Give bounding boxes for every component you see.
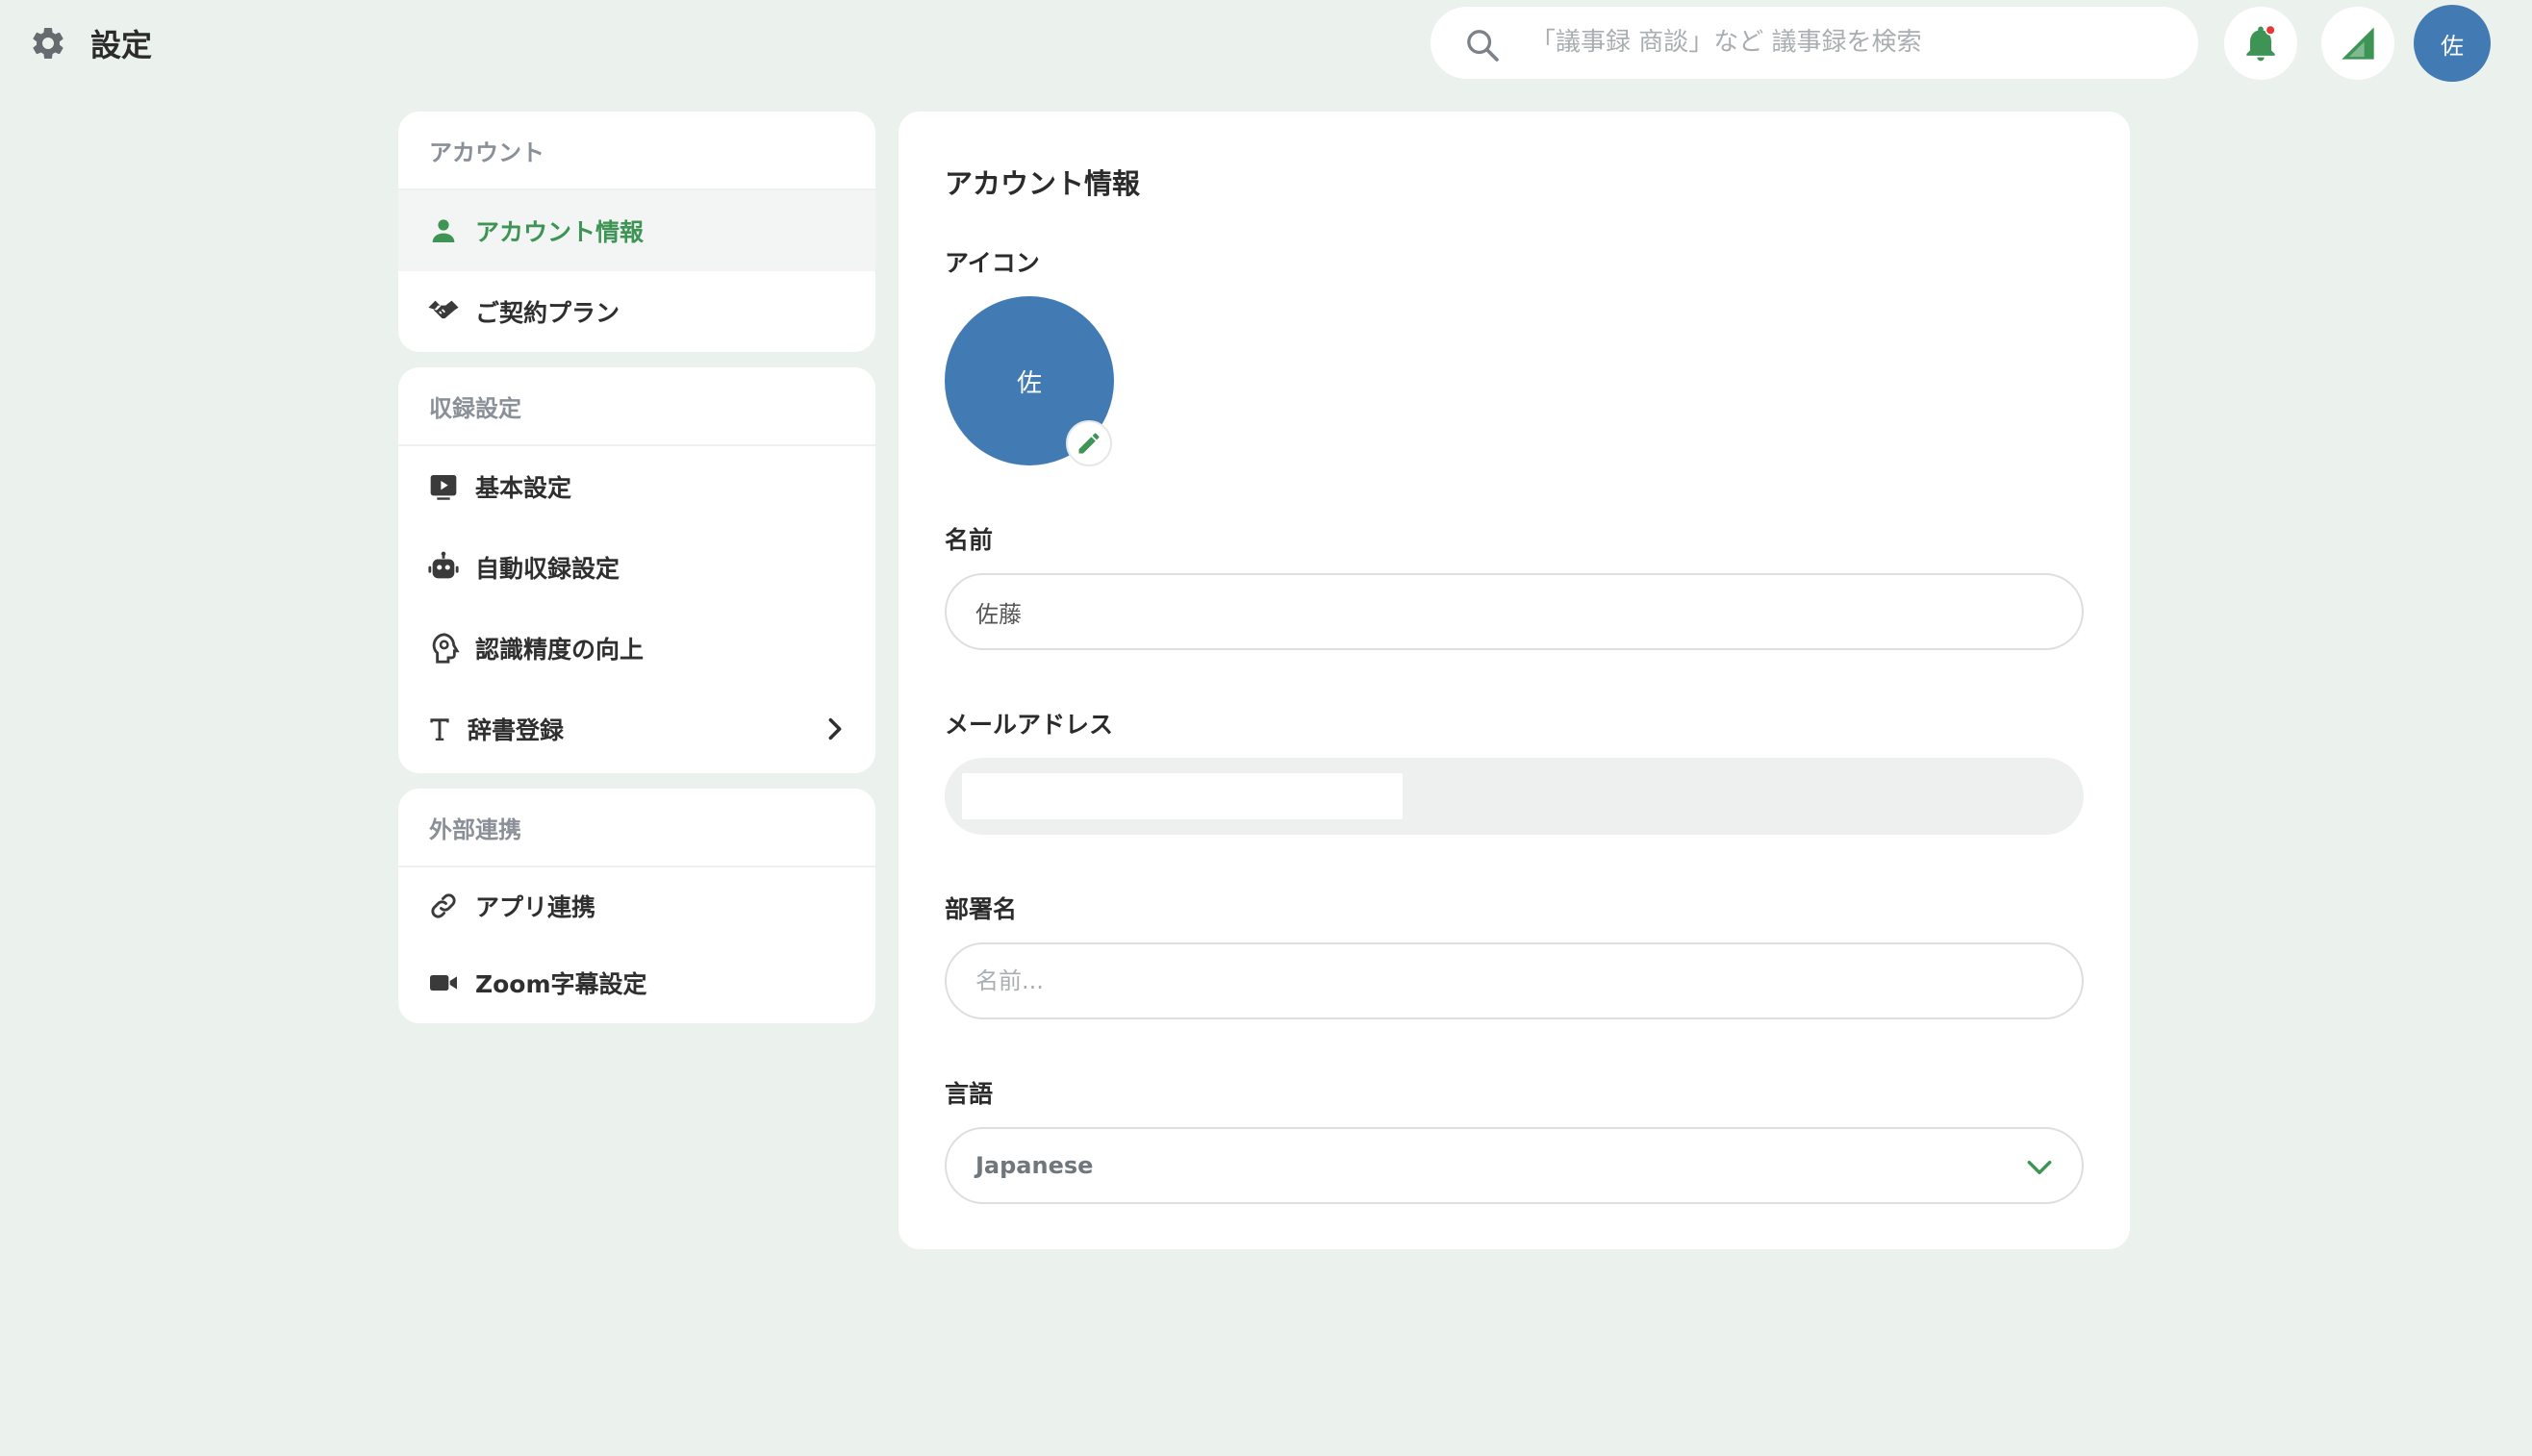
sidebar-item-zoom-caption[interactable]: Zoom字幕設定 bbox=[398, 944, 875, 1021]
email-value-redacted bbox=[962, 773, 1403, 819]
icon-label: アイコン bbox=[945, 249, 1040, 277]
top-bar: 設定 佐 bbox=[0, 0, 2532, 87]
video-camera-icon bbox=[427, 966, 460, 999]
sidebar-item-label: アプリ連携 bbox=[475, 893, 596, 921]
sidebar-section-account: アカウント アカウント情報 ご契約プラン bbox=[398, 112, 875, 352]
sidebar-item-account-info[interactable]: アカウント情報 bbox=[398, 190, 875, 271]
search-input[interactable] bbox=[1531, 20, 2165, 64]
language-selected-value: Japanese bbox=[975, 1152, 1094, 1179]
bell-icon bbox=[2246, 24, 2276, 62]
sidebar-item-recognition-accuracy[interactable]: 認識精度の向上 bbox=[398, 608, 875, 689]
sidebar-item-dictionary[interactable]: 辞書登録 bbox=[398, 689, 875, 769]
sidebar-section-title: アカウント bbox=[398, 112, 875, 190]
sidebar-section-recording: 収録設定 基本設定 自動収録設定 認識精度の向上 辞書登録 bbox=[398, 367, 875, 773]
sidebar-item-label: 自動収録設定 bbox=[475, 555, 620, 583]
notification-button[interactable] bbox=[2224, 7, 2297, 80]
gear-icon bbox=[33, 27, 63, 59]
sidebar-item-app-integration[interactable]: アプリ連携 bbox=[398, 867, 875, 944]
edit-avatar-button[interactable] bbox=[1066, 420, 1112, 466]
sidebar-section-integrations: 外部連携 アプリ連携 Zoom字幕設定 bbox=[398, 789, 875, 1023]
language-select[interactable]: Japanese bbox=[945, 1127, 2084, 1204]
sidebar-item-label: Zoom字幕設定 bbox=[475, 970, 647, 998]
sidebar-item-label: 基本設定 bbox=[475, 474, 572, 502]
user-avatar-button[interactable]: 佐 bbox=[2414, 5, 2491, 82]
sidebar-item-label: 辞書登録 bbox=[468, 716, 565, 744]
sidebar-item-label: アカウント情報 bbox=[475, 218, 645, 246]
page-title: 設定 bbox=[90, 27, 153, 63]
avatar-initial: 佐 bbox=[2441, 32, 2464, 60]
text-icon bbox=[427, 713, 452, 745]
sidebar-section-title: 外部連携 bbox=[398, 789, 875, 867]
department-label: 部署名 bbox=[945, 895, 1018, 923]
sidebar-item-auto-recording[interactable]: 自動収録設定 bbox=[398, 527, 875, 608]
department-field[interactable] bbox=[945, 942, 2084, 1019]
chevron-right-icon bbox=[828, 717, 842, 741]
search-bar[interactable] bbox=[1431, 7, 2198, 79]
link-icon bbox=[427, 890, 460, 922]
signal-strength-icon bbox=[2342, 27, 2374, 60]
robot-icon bbox=[427, 551, 460, 584]
name-label: 名前 bbox=[945, 526, 994, 554]
chevron-down-icon bbox=[2027, 1160, 2052, 1175]
sidebar-item-label: 認識精度の向上 bbox=[475, 636, 645, 664]
email-field bbox=[945, 758, 2084, 835]
sidebar-item-label: ご契約プラン bbox=[475, 299, 620, 327]
handshake-icon bbox=[427, 295, 460, 328]
user-icon bbox=[427, 214, 460, 247]
play-screen-icon bbox=[427, 470, 460, 503]
search-icon bbox=[1467, 30, 1499, 62]
account-info-panel: アカウント情報 アイコン 佐 名前 メールアドレス 部署名 言語 Japanes… bbox=[899, 112, 2130, 1249]
signal-button[interactable] bbox=[2321, 7, 2394, 80]
avatar-initial: 佐 bbox=[1016, 368, 1042, 398]
brain-gear-icon bbox=[427, 632, 460, 665]
email-label: メールアドレス bbox=[945, 711, 1114, 739]
language-label: 言語 bbox=[945, 1080, 994, 1108]
name-field[interactable] bbox=[945, 573, 2084, 650]
sidebar-item-contract-plan[interactable]: ご契約プラン bbox=[398, 271, 875, 352]
pencil-icon bbox=[1078, 433, 1100, 454]
panel-title: アカウント情報 bbox=[945, 167, 1141, 200]
sidebar-section-title: 収録設定 bbox=[398, 367, 875, 446]
page-header: 設定 bbox=[29, 21, 152, 65]
sidebar-item-basic-settings[interactable]: 基本設定 bbox=[398, 446, 875, 527]
